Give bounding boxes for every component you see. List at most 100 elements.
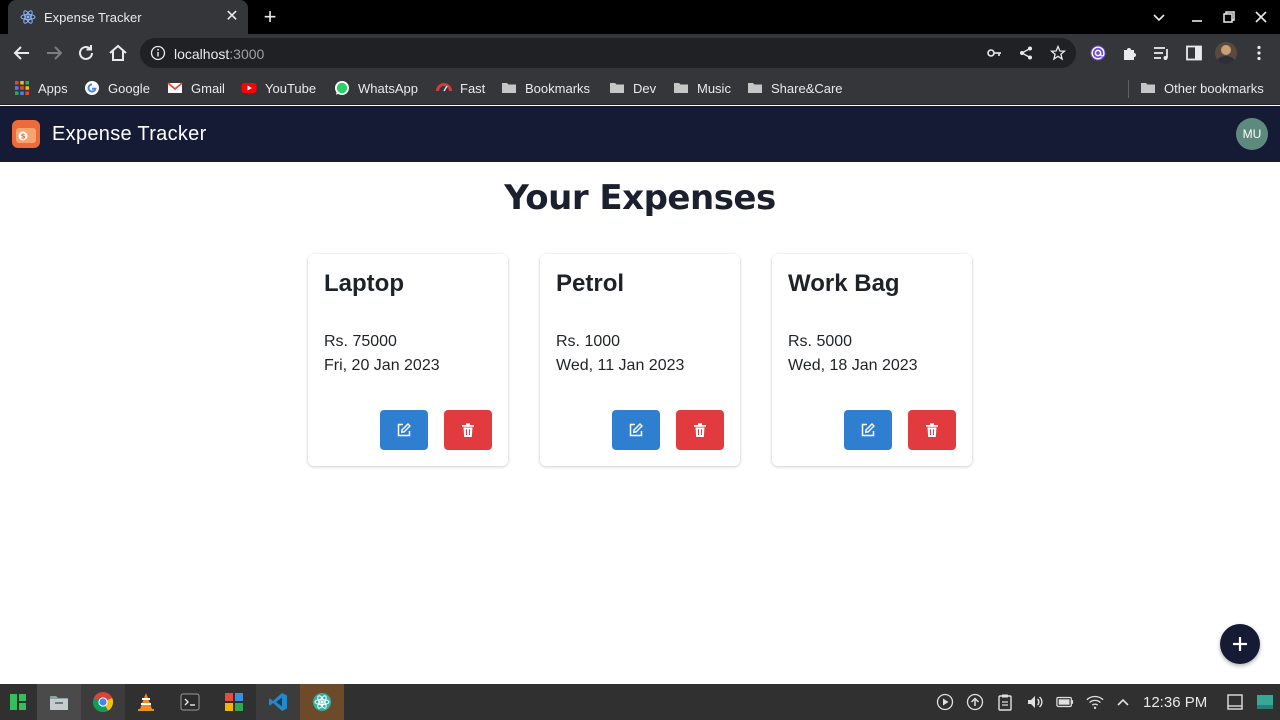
profile-face: [1221, 45, 1231, 55]
notifications-icon[interactable]: [1226, 693, 1244, 711]
media-queue-icon[interactable]: [1152, 44, 1170, 62]
extension-at-icon[interactable]: [1089, 44, 1107, 62]
bookmark-label: Apps: [38, 80, 68, 96]
bookmark-label: Dev: [633, 80, 657, 96]
close-tab-icon[interactable]: ✕: [222, 7, 242, 27]
expense-card: Laptop Rs. 75000 Fri, 20 Jan 2023: [308, 254, 508, 466]
terminal-icon: [180, 693, 200, 711]
delete-button[interactable]: [444, 410, 492, 450]
bookmark-fast[interactable]: Fast: [436, 79, 485, 97]
bookmark-label: Bookmarks: [525, 80, 591, 96]
side-panel-icon[interactable]: [1185, 44, 1203, 62]
tab-search-icon[interactable]: [1148, 6, 1170, 28]
manjaro-icon: [10, 694, 26, 710]
minimize-icon[interactable]: [1186, 6, 1208, 28]
bookmark-google[interactable]: Google: [84, 79, 150, 97]
bookmark-folder-sharecare[interactable]: Share&Care: [747, 79, 843, 97]
add-expense-button[interactable]: [1220, 624, 1260, 664]
clipboard-icon[interactable]: [996, 693, 1014, 711]
chrome-icon: [93, 692, 114, 713]
clock[interactable]: 12:36 PM: [1143, 694, 1207, 711]
tab-strip: Expense Tracker ✕ +: [0, 0, 1280, 34]
taskbar: 12:36 PM: [0, 684, 1280, 720]
taskbar-vscode[interactable]: [256, 684, 300, 720]
chevron-up-icon[interactable]: [1114, 693, 1132, 711]
delete-button[interactable]: [908, 410, 956, 450]
bookmark-label: Other bookmarks: [1164, 80, 1264, 96]
url-host: localhost: [174, 46, 230, 62]
expense-amount: Rs. 75000: [324, 333, 397, 350]
site-info-icon[interactable]: [150, 45, 166, 61]
folder-icon: [502, 83, 516, 93]
profile-body: [1217, 56, 1235, 64]
wifi-icon[interactable]: [1086, 693, 1104, 711]
taskbar-files[interactable]: [37, 684, 81, 720]
bookmark-youtube[interactable]: YouTube: [241, 79, 316, 97]
forward-icon[interactable]: [43, 42, 65, 64]
profile-avatar-icon[interactable]: [1215, 42, 1237, 64]
apps-grid-icon: [15, 81, 29, 95]
files-icon: [50, 696, 68, 710]
update-icon[interactable]: [966, 693, 984, 711]
media-play-icon[interactable]: [936, 693, 954, 711]
expense-card: Work Bag Rs. 5000 Wed, 18 Jan 2023: [772, 254, 972, 466]
user-avatar[interactable]: MU: [1236, 118, 1268, 150]
google-icon: [85, 81, 99, 95]
delete-button[interactable]: [676, 410, 724, 450]
bookmark-gmail[interactable]: Gmail: [167, 79, 225, 97]
bookmark-label: Share&Care: [771, 80, 843, 96]
battery-icon[interactable]: [1056, 693, 1074, 711]
start-menu-button[interactable]: [0, 684, 36, 720]
new-tab-button[interactable]: +: [258, 5, 282, 29]
bookmark-label: Google: [108, 80, 150, 96]
page-title: Your Expenses: [504, 178, 776, 218]
expense-title: Laptop: [324, 270, 404, 297]
trash-icon: [694, 423, 706, 437]
address-bar[interactable]: localhost:3000: [140, 38, 1076, 68]
bookmark-label: YouTube: [265, 80, 317, 96]
back-icon[interactable]: [11, 42, 33, 64]
expense-date: Wed, 11 Jan 2023: [556, 357, 685, 374]
bookmark-other[interactable]: Other bookmarks: [1140, 79, 1264, 97]
reload-icon[interactable]: [75, 42, 97, 64]
vscode-icon: [269, 693, 287, 711]
edit-button[interactable]: [380, 410, 428, 450]
taskbar-chrome[interactable]: [81, 684, 125, 720]
folder-icon: [610, 83, 624, 93]
volume-icon[interactable]: [1026, 693, 1044, 711]
bookmark-folder-dev[interactable]: Dev: [609, 79, 656, 97]
bookmark-apps[interactable]: Apps: [14, 79, 68, 97]
wallet-logo-icon: $: [12, 120, 40, 148]
taskbar-app-store[interactable]: [212, 684, 256, 720]
bookmarks-divider: [1128, 80, 1129, 98]
bookmark-whatsapp[interactable]: WhatsApp: [334, 79, 418, 97]
speedometer-icon: [436, 83, 452, 92]
expense-title: Work Bag: [788, 270, 900, 297]
share-icon[interactable]: [1018, 45, 1034, 61]
expense-date: Wed, 18 Jan 2023: [788, 357, 918, 374]
url-port: :3000: [229, 46, 265, 62]
close-window-icon[interactable]: [1250, 6, 1272, 28]
react-icon: [313, 693, 331, 711]
expense-date: Fri, 20 Jan 2023: [324, 357, 440, 374]
home-icon[interactable]: [107, 42, 129, 64]
bookmark-label: Gmail: [191, 80, 225, 96]
bookmark-label: Music: [697, 80, 731, 96]
edit-button[interactable]: [844, 410, 892, 450]
bookmark-folder-bookmarks[interactable]: Bookmarks: [501, 79, 590, 97]
bookmark-folder-music[interactable]: Music: [673, 79, 731, 97]
more-menu-icon[interactable]: [1250, 44, 1268, 62]
edit-button[interactable]: [612, 410, 660, 450]
show-desktop-icon[interactable]: [1256, 693, 1274, 711]
extensions-puzzle-icon[interactable]: [1121, 44, 1139, 62]
restore-icon[interactable]: [1218, 6, 1240, 28]
browser-tab[interactable]: Expense Tracker ✕: [8, 0, 248, 34]
key-icon[interactable]: [986, 45, 1002, 61]
expense-title: Petrol: [556, 270, 625, 297]
expense-amount: Rs. 1000: [556, 333, 621, 350]
vlc-icon: [138, 693, 154, 711]
taskbar-terminal[interactable]: [168, 684, 212, 720]
taskbar-react-app[interactable]: [300, 684, 344, 720]
taskbar-vlc[interactable]: [124, 684, 168, 720]
star-icon[interactable]: [1050, 45, 1066, 61]
